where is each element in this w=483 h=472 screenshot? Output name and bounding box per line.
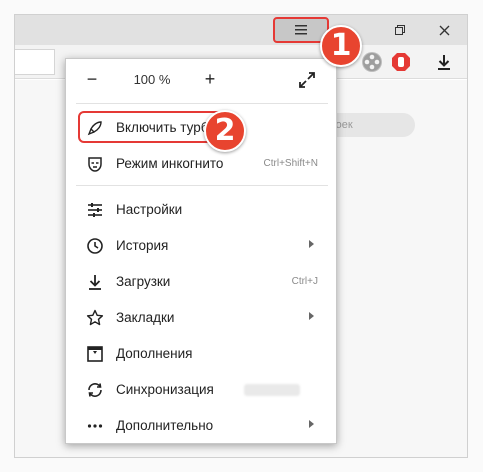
- step-badge-2: 2: [204, 110, 246, 152]
- browser-main-menu: − 100 % + Включить турбо Режим инкогнито…: [65, 58, 337, 444]
- zoom-level: 100 %: [133, 72, 171, 87]
- menu-item-label: История: [116, 238, 169, 253]
- submenu-arrow-icon: [309, 312, 314, 320]
- history-clock-icon: [86, 237, 104, 255]
- blurred-account: [244, 384, 300, 396]
- screenshot-frame: строек − 100 % +: [0, 0, 483, 472]
- fullscreen-icon: [299, 72, 315, 88]
- menu-item-history[interactable]: История: [66, 229, 336, 263]
- restore-window-icon: [395, 25, 405, 35]
- menu-item-label: Загрузки: [116, 274, 171, 289]
- menu-item-shortcut: Ctrl+Shift+N: [263, 158, 318, 169]
- close-window-icon: [439, 25, 449, 35]
- incognito-mask-icon: [86, 155, 104, 173]
- submenu-arrow-icon: [309, 420, 314, 428]
- menu-item-extensions[interactable]: Дополнения: [66, 337, 336, 371]
- browser-window: строек − 100 % +: [14, 14, 468, 458]
- download-arrow-icon: [86, 273, 104, 291]
- step-badge-1: 1: [320, 25, 362, 67]
- menu-separator: [76, 185, 328, 186]
- menu-item-downloads[interactable]: Загрузки Ctrl+J: [66, 265, 336, 299]
- menu-item-bookmarks[interactable]: Закладки: [66, 301, 336, 335]
- menu-item-label: Режим инкогнито: [116, 156, 224, 171]
- menu-item-label: Настройки: [116, 202, 183, 217]
- menu-item-label: Закладки: [116, 310, 175, 325]
- fullscreen-button[interactable]: [298, 71, 316, 89]
- restore-window-button[interactable]: [379, 15, 421, 45]
- address-bar[interactable]: [15, 49, 55, 75]
- download-icon[interactable]: [435, 53, 453, 71]
- extensions-box-icon: [86, 345, 104, 363]
- menu-item-label: Синхронизация: [116, 382, 214, 397]
- menu-item-settings[interactable]: Настройки: [66, 193, 336, 227]
- menu-item-label: Дополнительно: [116, 418, 214, 433]
- zoom-row: − 100 % +: [66, 59, 336, 101]
- star-icon: [86, 309, 104, 327]
- menu-item-sync[interactable]: Синхронизация: [66, 373, 336, 407]
- hamburger-icon: [295, 25, 307, 35]
- opera-adblock-icon[interactable]: [391, 52, 411, 72]
- close-window-button[interactable]: [423, 15, 465, 45]
- more-dots-icon: [86, 417, 104, 435]
- menu-item-label: Дополнения: [116, 346, 193, 361]
- menu-item-more[interactable]: Дополнительно: [66, 409, 336, 443]
- submenu-arrow-icon: [309, 240, 314, 248]
- film-reel-icon[interactable]: [362, 52, 382, 72]
- zoom-in-button[interactable]: +: [198, 68, 222, 92]
- menu-item-incognito[interactable]: Режим инкогнито Ctrl+Shift+N: [66, 147, 336, 181]
- sync-icon: [86, 381, 104, 399]
- zoom-out-button[interactable]: −: [80, 68, 104, 92]
- title-bar: [15, 15, 467, 45]
- menu-item-shortcut: Ctrl+J: [291, 276, 318, 287]
- settings-sliders-icon: [86, 201, 104, 219]
- menu-separator: [76, 103, 328, 104]
